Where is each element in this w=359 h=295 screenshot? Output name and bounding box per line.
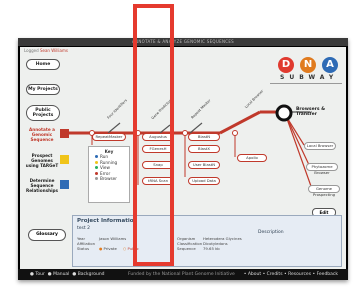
field-size-value: 79.65 kb (203, 246, 220, 251)
field-status-label: Status (77, 246, 90, 251)
status-legend: Key Run Running View Error Browser (88, 146, 130, 203)
branch-down-3 (285, 115, 313, 190)
resources-link[interactable]: Resources (288, 272, 311, 277)
project-name: test 2 (77, 226, 90, 231)
stop-phytozome[interactable]: Phytozome Browser (306, 163, 338, 175)
main-content: Logged Sean Williams D N A SUBWAY Home M… (20, 47, 346, 269)
legend-item-browser: Browser (89, 176, 129, 182)
feedback-link[interactable]: Feedback (317, 272, 338, 277)
about-link[interactable]: About (248, 272, 261, 277)
manual-link[interactable]: Manual (53, 272, 69, 277)
footer-links: • About • Credits • Resources • Feedback (243, 272, 338, 277)
project-info-panel: Project Information test 2 Description Y… (72, 215, 342, 267)
legend-run-label: Run (100, 154, 109, 159)
running-dot-icon (95, 160, 98, 164)
background-link[interactable]: Background (78, 272, 105, 277)
tour-link[interactable]: Tour (35, 272, 44, 277)
stop-upload-data[interactable]: Upload Data (188, 177, 220, 185)
glossary-button[interactable]: Glossary (28, 229, 66, 241)
run-dot-icon (95, 155, 98, 158)
stop-fgenesh[interactable]: FGenesH (142, 145, 174, 153)
red-line-up (219, 110, 261, 135)
window-title-bar: ANNOTATE & ANALYZE GENOMIC SEQUENCES (18, 38, 348, 46)
field-sequence-label: Sequence (177, 246, 196, 251)
station-3 (182, 130, 188, 136)
app-window: ANNOTATE & ANALYZE GENOMIC SEQUENCES Log… (18, 38, 348, 280)
legend-browser-label: Browser (100, 176, 117, 181)
radio-private-icon[interactable]: ● (99, 246, 102, 251)
transfer-station (275, 104, 293, 122)
footer-left: ● Tour ● Manual ● Background (30, 269, 105, 280)
private-label: Private (103, 246, 117, 251)
stop-user-blastn[interactable]: User BlastN (188, 161, 220, 169)
credits-link[interactable]: Credits (267, 272, 283, 277)
description-label: Description (258, 230, 284, 235)
subway-map (64, 104, 313, 190)
legend-view-label: View (100, 165, 110, 170)
stop-snap[interactable]: Snap (142, 161, 174, 169)
field-private-option[interactable]: ● Private (99, 246, 117, 251)
legend-error-label: Error (100, 170, 111, 176)
station-4 (232, 130, 238, 136)
stop-repeatmasker[interactable]: RepeatMasker (92, 133, 126, 141)
legend-running-label: Running (100, 159, 118, 165)
stop-blastn[interactable]: BlastN (188, 133, 220, 141)
public-label: Public (127, 246, 139, 251)
radio-public-icon[interactable]: ○ (123, 246, 126, 251)
manual-icon: ● (47, 272, 52, 277)
project-title: Project Information (77, 218, 138, 224)
station-label-transfer: Browsers & Transfer (296, 107, 326, 117)
stop-blastx[interactable]: BlastX (188, 145, 220, 153)
view-dot-icon (95, 166, 98, 169)
stop-genome-prospecting[interactable]: Genome Prospecting (308, 185, 340, 197)
station-2 (135, 130, 141, 136)
field-public-option[interactable]: ○ Public (123, 246, 139, 251)
browser-dot-icon (95, 177, 98, 180)
field-year-value: Jason Williams (99, 236, 127, 241)
footer-bar: ● Tour ● Manual ● Background Funded by t… (18, 269, 348, 280)
background-icon: ● (72, 272, 77, 277)
stop-local-browser[interactable]: Local Browser (304, 142, 336, 150)
tour-icon: ● (30, 272, 34, 277)
stop-augustus[interactable]: Augustus (142, 133, 174, 141)
stop-trnascan[interactable]: tRNA Scan (142, 177, 174, 185)
stop-apollo[interactable]: Apollo (237, 154, 267, 162)
footer-funding: Funded by the National Plant Genome Init… (128, 272, 235, 277)
error-dot-icon (95, 171, 98, 175)
